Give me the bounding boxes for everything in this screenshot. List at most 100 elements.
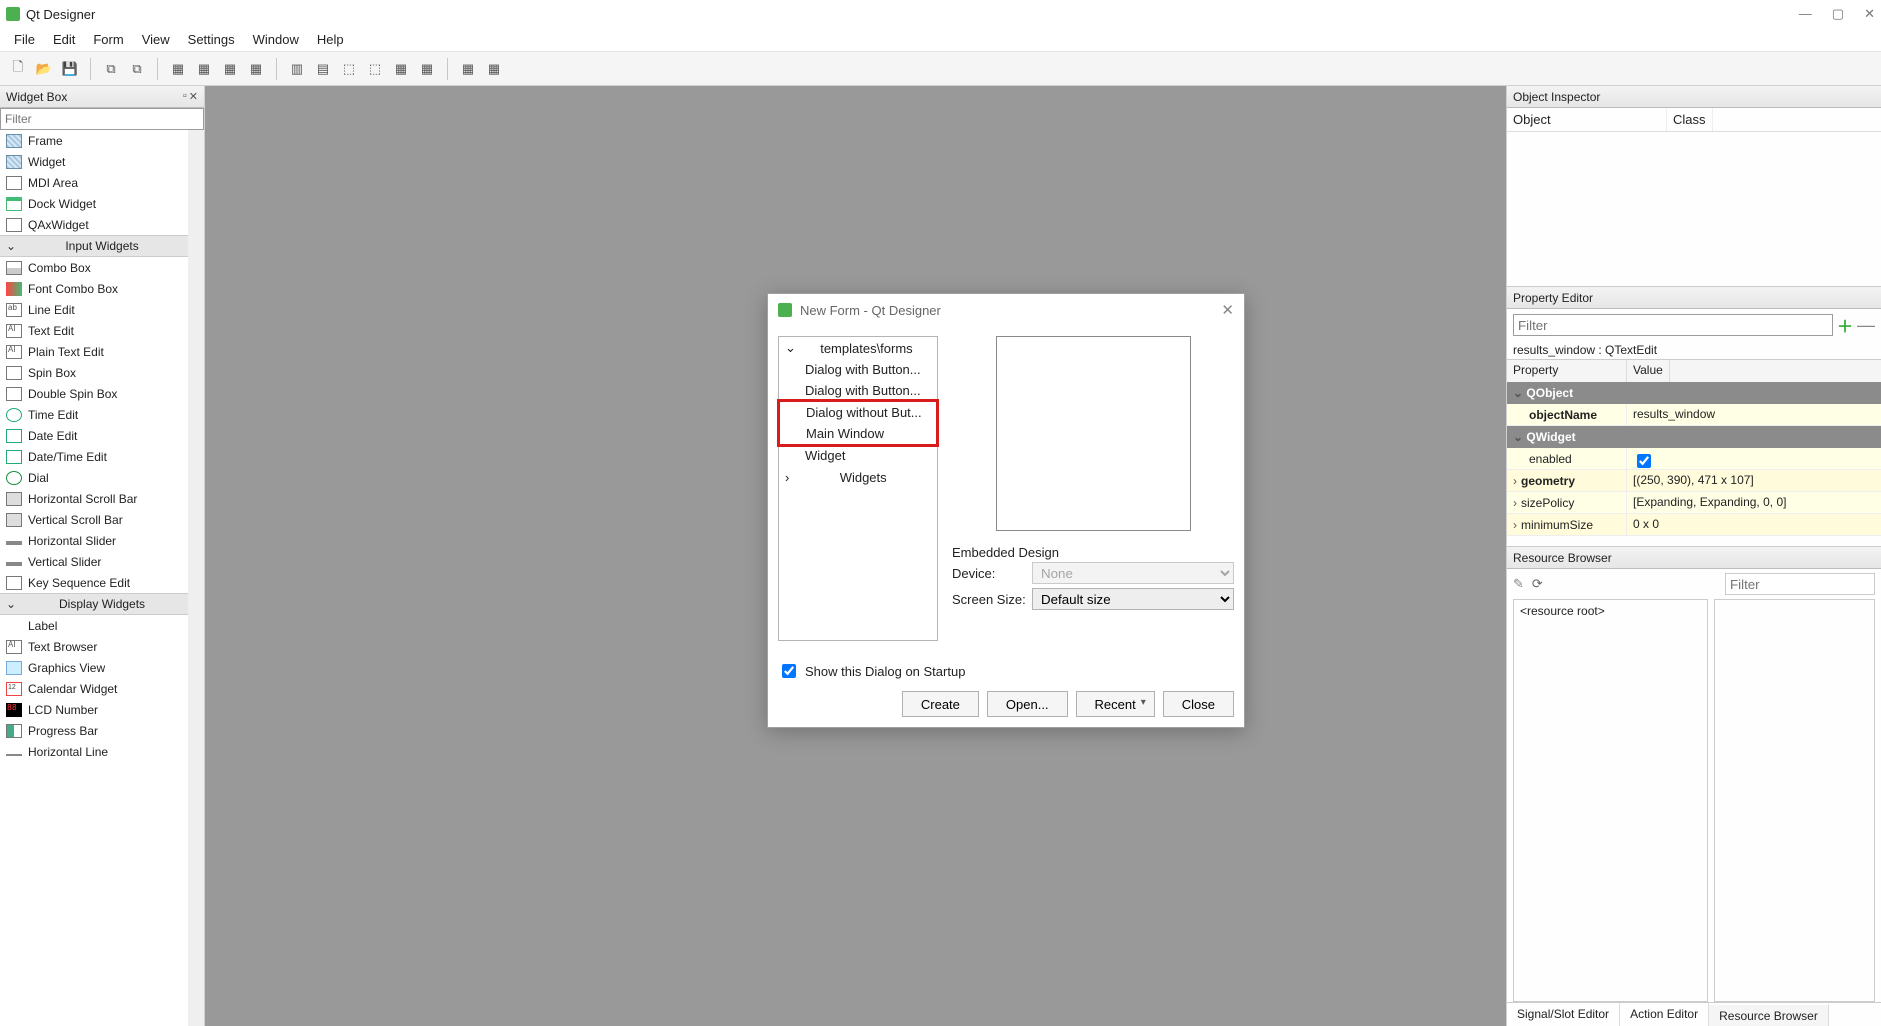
widget-item[interactable]: LCD Number: [0, 699, 188, 720]
widget-item[interactable]: Horizontal Scroll Bar: [0, 488, 188, 509]
tree-item[interactable]: Widget: [779, 445, 937, 466]
menu-edit[interactable]: Edit: [45, 30, 83, 49]
maximize-icon[interactable]: ▢: [1832, 6, 1844, 22]
edit-buddies-icon[interactable]: ▦: [218, 57, 242, 81]
edit-tab-order-icon[interactable]: ▦: [244, 57, 268, 81]
widget-item[interactable]: Date Edit: [0, 425, 188, 446]
widget-item[interactable]: Text Edit: [0, 320, 188, 341]
layout-vert-splitter-icon[interactable]: ⬚: [363, 57, 387, 81]
layout-horiz-icon[interactable]: ▥: [285, 57, 309, 81]
save-icon[interactable]: 💾: [58, 57, 82, 81]
adjust-size-icon[interactable]: ▦: [482, 57, 506, 81]
tree-category-forms[interactable]: ⌄templates\forms: [779, 337, 937, 359]
edit-signals-icon[interactable]: ▦: [192, 57, 216, 81]
screen-size-select[interactable]: Default size: [1032, 588, 1234, 610]
chevron-right-icon[interactable]: ›: [1513, 474, 1517, 488]
device-select[interactable]: None: [1032, 562, 1234, 584]
add-property-icon[interactable]: ＋: [1837, 313, 1853, 337]
column-class[interactable]: Class: [1667, 108, 1713, 131]
widget-item[interactable]: MDI Area: [0, 172, 188, 193]
remove-property-icon[interactable]: —: [1857, 315, 1875, 336]
unpin-icon[interactable]: ▫: [183, 90, 187, 103]
column-value[interactable]: Value: [1627, 360, 1670, 382]
widget-item[interactable]: Spin Box: [0, 362, 188, 383]
layout-grid-icon[interactable]: ▦: [389, 57, 413, 81]
tree-category-widgets[interactable]: ›Widgets: [779, 466, 937, 488]
chevron-right-icon[interactable]: ›: [1513, 496, 1517, 510]
widget-item[interactable]: Dock Widget: [0, 193, 188, 214]
property-filter[interactable]: [1513, 314, 1833, 336]
prop-enabled-checkbox[interactable]: [1637, 454, 1651, 468]
widget-item[interactable]: Date/Time Edit: [0, 446, 188, 467]
edit-widgets-icon[interactable]: ▦: [166, 57, 190, 81]
close-button[interactable]: Close: [1163, 691, 1234, 717]
tab-action-editor[interactable]: Action Editor: [1620, 1003, 1709, 1026]
minimize-icon[interactable]: —: [1799, 6, 1812, 22]
chevron-right-icon[interactable]: ›: [1513, 518, 1517, 532]
tree-item[interactable]: Dialog with Button...: [779, 359, 937, 380]
widget-item[interactable]: Widget: [0, 151, 188, 172]
edit-resources-icon[interactable]: ✎: [1513, 576, 1524, 592]
widget-item[interactable]: Key Sequence Edit: [0, 572, 188, 593]
widget-item[interactable]: Font Combo Box: [0, 278, 188, 299]
widget-item[interactable]: Combo Box: [0, 257, 188, 278]
menu-window[interactable]: Window: [245, 30, 307, 49]
tab-resource-browser[interactable]: Resource Browser: [1709, 1003, 1829, 1026]
layout-horiz-splitter-icon[interactable]: ⬚: [337, 57, 361, 81]
column-property[interactable]: Property: [1507, 360, 1627, 382]
column-object[interactable]: Object: [1507, 108, 1667, 131]
prop-minsize-value[interactable]: 0 x 0: [1627, 514, 1881, 535]
widget-item[interactable]: Dial: [0, 467, 188, 488]
recent-button[interactable]: Recent: [1076, 691, 1155, 717]
layout-form-icon[interactable]: ▦: [415, 57, 439, 81]
property-group-qwidget[interactable]: ⌄ QWidget: [1507, 426, 1881, 448]
menu-view[interactable]: View: [134, 30, 178, 49]
property-group-qobject[interactable]: ⌄ QObject: [1507, 382, 1881, 404]
close-icon[interactable]: ✕: [1221, 301, 1234, 319]
widget-item[interactable]: Calendar Widget: [0, 678, 188, 699]
menu-settings[interactable]: Settings: [180, 30, 243, 49]
widget-item[interactable]: Horizontal Slider: [0, 530, 188, 551]
widget-item[interactable]: Plain Text Edit: [0, 341, 188, 362]
prop-geometry-value[interactable]: [(250, 390), 471 x 107]: [1627, 470, 1881, 491]
tree-item[interactable]: Dialog with Button...: [779, 380, 937, 401]
widget-item[interactable]: Time Edit: [0, 404, 188, 425]
widget-item[interactable]: Horizontal Line: [0, 741, 188, 762]
prop-sizepolicy-value[interactable]: [Expanding, Expanding, 0, 0]: [1627, 492, 1881, 513]
category-display-widgets[interactable]: ⌄Display Widgets: [0, 593, 188, 615]
widget-item[interactable]: Text Browser: [0, 636, 188, 657]
widget-item[interactable]: Label: [0, 615, 188, 636]
layout-vert-icon[interactable]: ▤: [311, 57, 335, 81]
open-icon[interactable]: 📂: [32, 57, 56, 81]
category-input-widgets[interactable]: ⌄Input Widgets: [0, 235, 188, 257]
menu-file[interactable]: File: [6, 30, 43, 49]
widget-item[interactable]: QAxWidget: [0, 214, 188, 235]
paste-icon[interactable]: ⧉: [125, 57, 149, 81]
widget-item[interactable]: Progress Bar: [0, 720, 188, 741]
close-icon[interactable]: ✕: [1864, 6, 1875, 22]
widget-item[interactable]: Vertical Slider: [0, 551, 188, 572]
widget-item[interactable]: Double Spin Box: [0, 383, 188, 404]
widget-item[interactable]: Frame: [0, 130, 188, 151]
widget-item[interactable]: Line Edit: [0, 299, 188, 320]
prop-objectname-value[interactable]: results_window: [1627, 404, 1881, 425]
tab-signal-slot[interactable]: Signal/Slot Editor: [1507, 1003, 1620, 1026]
create-button[interactable]: Create: [902, 691, 979, 717]
resource-filter[interactable]: [1725, 573, 1875, 595]
menu-help[interactable]: Help: [309, 30, 352, 49]
close-panel-icon[interactable]: ✕: [189, 90, 198, 103]
copy-icon[interactable]: ⧉: [99, 57, 123, 81]
open-button[interactable]: Open...: [987, 691, 1068, 717]
tree-item[interactable]: Dialog without But...: [780, 402, 936, 423]
menu-form[interactable]: Form: [85, 30, 131, 49]
tree-item-main-window[interactable]: Main Window: [780, 423, 936, 444]
new-icon[interactable]: 🗋: [6, 57, 30, 81]
show-on-startup-checkbox[interactable]: [782, 664, 796, 678]
widget-item[interactable]: Graphics View: [0, 657, 188, 678]
widget-item[interactable]: Vertical Scroll Bar: [0, 509, 188, 530]
widget-box-filter[interactable]: [0, 108, 204, 130]
reload-icon[interactable]: ⟳: [1532, 576, 1543, 592]
break-layout-icon[interactable]: ▦: [456, 57, 480, 81]
scrollbar-vertical[interactable]: [188, 130, 204, 1026]
resource-tree[interactable]: <resource root>: [1513, 599, 1708, 1002]
